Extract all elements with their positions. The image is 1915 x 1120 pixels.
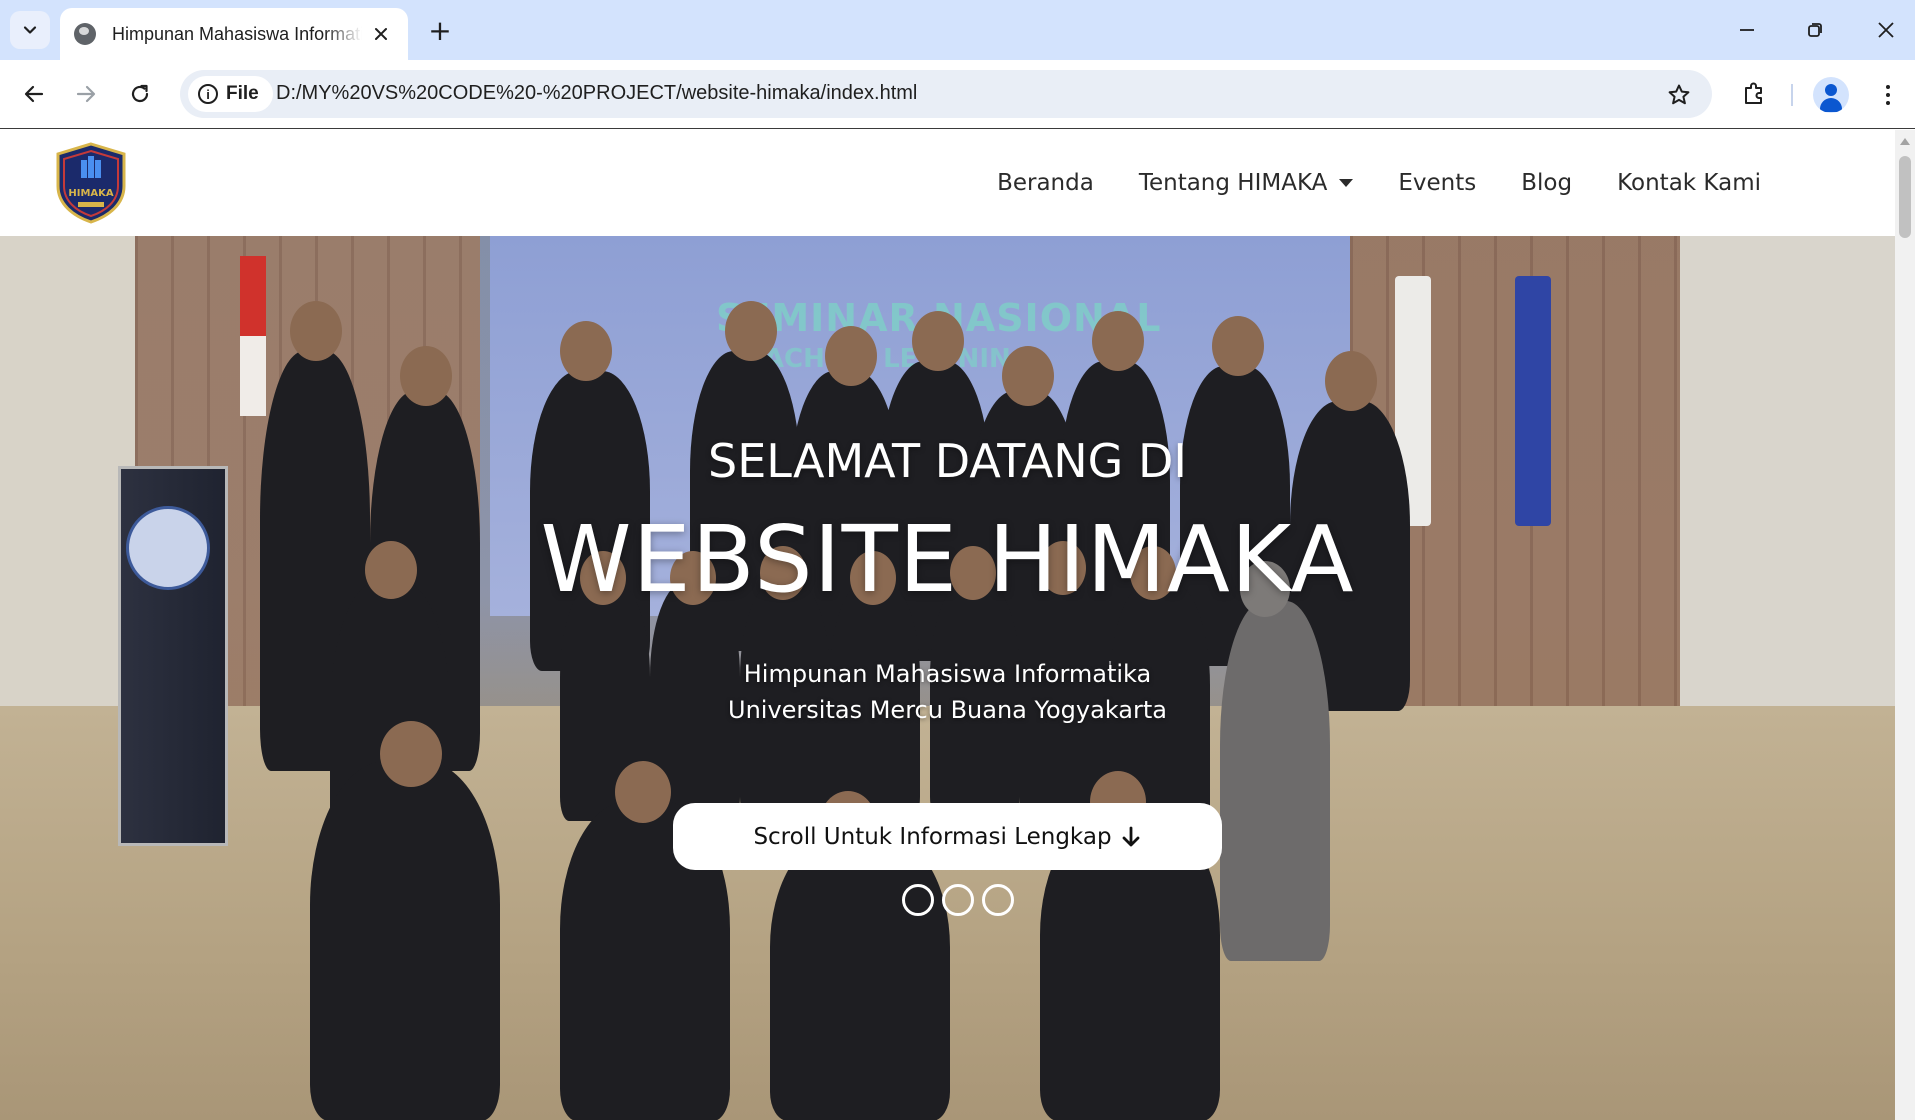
extensions-icon — [1745, 82, 1762, 104]
chevron-down-icon — [23, 26, 37, 34]
tab-title: Himpunan Mahasiswa Informatika — [112, 23, 362, 44]
nav-events[interactable]: Events — [1398, 170, 1476, 196]
tab-close-button[interactable] — [368, 21, 394, 47]
nav-events-label: Events — [1398, 170, 1477, 196]
hero-subtitle-line1: Himpunan Mahasiswa Informatika — [743, 660, 1152, 688]
address-bar[interactable]: i File D:/MY%20VS%20CODE%20-%20PROJECT/w… — [180, 70, 1712, 118]
himaka-logo[interactable]: HIMAKA — [54, 142, 128, 224]
profile-button[interactable] — [1813, 77, 1849, 113]
nav-beranda[interactable]: Beranda — [997, 170, 1094, 196]
scroll-info-button[interactable]: Scroll Untuk Informasi Lengkap — [673, 803, 1222, 870]
hero-title: WEBSITE HIMAKA — [540, 506, 1355, 613]
browser-tabstrip: Himpunan Mahasiswa Informatika + — [0, 0, 1915, 60]
bookmark-button[interactable] — [1664, 80, 1694, 110]
new-tab-button[interactable]: + — [424, 13, 456, 47]
page-scrollbar[interactable] — [1895, 130, 1915, 1120]
globe-favicon-icon — [74, 23, 96, 45]
menu-dot — [1886, 101, 1890, 105]
page-viewport: SEMINAR NASIONAL MACHINE LEARNING SELAMA… — [0, 130, 1915, 1120]
bookmark-star-icon — [1668, 84, 1690, 105]
minimize-button[interactable] — [1727, 10, 1767, 50]
browser-toolbar: i File D:/MY%20VS%20CODE%20-%20PROJECT/w… — [0, 60, 1915, 129]
browser-tab-active[interactable]: Himpunan Mahasiswa Informatika — [60, 8, 408, 60]
nav-beranda-label: Beranda — [997, 170, 1094, 196]
reload-button[interactable] — [120, 74, 160, 114]
url-text[interactable]: D:/MY%20VS%20CODE%20-%20PROJECT/website-… — [276, 82, 917, 105]
tab-search-button[interactable] — [10, 11, 50, 49]
hero-kicker: SELAMAT DATANG DI — [708, 434, 1187, 488]
menu-button[interactable] — [1870, 77, 1906, 113]
menu-dot — [1886, 85, 1890, 89]
nav-tentang-himaka[interactable]: Tentang HIMAKA — [1139, 170, 1354, 196]
nav-kontak-label: Kontak Kami — [1617, 170, 1761, 196]
toolbar-separator — [1791, 84, 1793, 106]
forward-button[interactable] — [66, 74, 106, 114]
site-info-chip[interactable]: i File — [188, 76, 273, 112]
scroll-thumb[interactable] — [1899, 156, 1911, 238]
window-close-icon — [1878, 22, 1894, 38]
back-button[interactable] — [14, 74, 54, 114]
reload-icon — [131, 84, 149, 103]
carousel-dot-2[interactable] — [941, 884, 974, 916]
site-info-label: File — [226, 83, 259, 104]
new-tab-icon: + — [428, 13, 452, 47]
restore-icon — [1808, 23, 1822, 37]
carousel-dot-1[interactable] — [901, 884, 934, 916]
info-icon: i — [198, 84, 218, 104]
close-icon — [375, 28, 387, 40]
himaka-shield-logo: HIMAKA — [56, 142, 126, 224]
hero-content: SELAMAT DATANG DI WEBSITE HIMAKA Himpuna… — [0, 236, 1895, 1120]
back-icon — [24, 85, 44, 103]
menu-dot — [1886, 93, 1890, 97]
carousel-indicators — [0, 884, 1895, 916]
nav-blog-label: Blog — [1521, 170, 1573, 196]
nav-tentang-label: Tentang HIMAKA — [1138, 170, 1328, 196]
logo-text: HIMAKA — [68, 188, 114, 199]
arrow-down-icon — [1122, 826, 1139, 846]
forward-icon — [76, 85, 96, 103]
main-nav: Beranda Tentang HIMAKA Events Blog Konta… — [997, 130, 1761, 236]
scroll-up-arrow-icon[interactable] — [1900, 138, 1910, 145]
hero-subtitle-line2: Universitas Mercu Buana Yogyakarta — [728, 696, 1167, 724]
nav-kontak-kami[interactable]: Kontak Kami — [1617, 170, 1761, 196]
dropdown-caret-icon — [1339, 179, 1354, 187]
extensions-button[interactable] — [1734, 74, 1774, 114]
site-header: HIMAKA Beranda Tentang HIMAKA Events Blo… — [0, 130, 1895, 236]
hero-section: SEMINAR NASIONAL MACHINE LEARNING SELAMA… — [0, 236, 1895, 1120]
window-close-button[interactable] — [1866, 10, 1906, 50]
nav-blog[interactable]: Blog — [1521, 170, 1572, 196]
carousel-dot-3[interactable] — [981, 884, 1014, 916]
restore-button[interactable] — [1795, 10, 1835, 50]
scroll-info-label: Scroll Untuk Informasi Lengkap — [753, 823, 1112, 850]
minimize-icon — [1740, 29, 1754, 31]
